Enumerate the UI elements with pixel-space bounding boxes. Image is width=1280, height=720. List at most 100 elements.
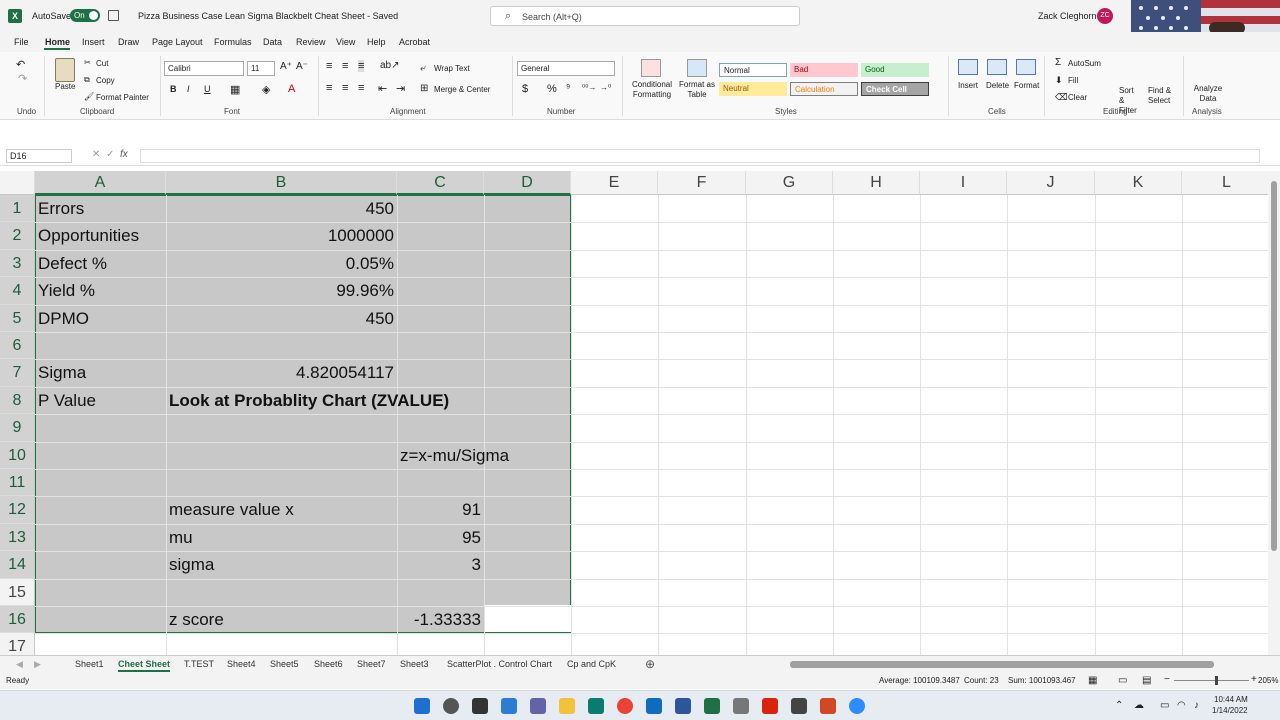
clock-date[interactable]: 1/14/2022	[1212, 706, 1248, 715]
insert-button[interactable]: Insert	[958, 81, 978, 90]
sheet-tab-sheet4[interactable]: Sheet4	[227, 658, 256, 670]
save-icon[interactable]	[108, 10, 119, 21]
sheet-tab-t-test[interactable]: T.TEST	[184, 658, 214, 670]
windows-start-icon[interactable]	[414, 698, 430, 714]
copy-icon[interactable]: ⧉	[84, 75, 90, 85]
format-painter-button[interactable]: Format Painter	[96, 93, 149, 102]
cell-b14[interactable]: sigma	[166, 551, 217, 578]
tray-chevron-icon[interactable]: ⌃	[1115, 700, 1123, 711]
zoom-level[interactable]: 205%	[1258, 676, 1278, 685]
cell-b3[interactable]: 0.05%	[166, 250, 397, 277]
taskbar-search-icon[interactable]	[443, 698, 459, 714]
cell-a1[interactable]: Errors	[35, 195, 87, 222]
document-title[interactable]: Pizza Business Case Lean Sigma Blackbelt…	[138, 11, 398, 21]
outlook-icon[interactable]	[646, 698, 662, 714]
column-header-h[interactable]: H	[833, 171, 920, 195]
column-header-c[interactable]: C	[397, 171, 484, 195]
row-header-3[interactable]: 3	[0, 249, 35, 278]
insert-function-icon[interactable]: fx	[120, 149, 128, 160]
cell-a4[interactable]: Yield %	[35, 277, 98, 304]
autosum-icon[interactable]: Σ	[1055, 57, 1061, 68]
clear-icon[interactable]: ⌫	[1055, 92, 1068, 103]
decrease-font-icon[interactable]: A⁻	[296, 61, 308, 72]
widgets-icon[interactable]	[501, 698, 517, 714]
wrap-text-icon[interactable]: ⤶	[420, 63, 426, 74]
paste-icon[interactable]	[55, 58, 75, 82]
zoom-in-icon[interactable]: +	[1251, 674, 1257, 685]
column-header-k[interactable]: K	[1095, 171, 1182, 195]
merge-center-button[interactable]: Merge & Center	[434, 85, 490, 94]
style-normal[interactable]: Normal	[719, 63, 787, 77]
row-header-13[interactable]: 13	[0, 523, 35, 552]
column-header-d[interactable]: D	[484, 171, 571, 195]
sheet-tab-cheet-sheet[interactable]: Cheet Sheet	[118, 658, 171, 672]
cell-c10[interactable]: z=x-mu/Sigma	[397, 442, 512, 469]
format-button[interactable]: Format	[1014, 81, 1039, 90]
select-all-corner[interactable]	[0, 171, 35, 195]
horizontal-scroll-thumb[interactable]	[790, 661, 1214, 668]
cell-a3[interactable]: Defect %	[35, 250, 110, 277]
edge-icon[interactable]	[588, 698, 604, 714]
autosave-toggle[interactable]: On	[70, 9, 100, 22]
tab-formulas[interactable]: Formulas	[214, 37, 252, 47]
align-center-icon[interactable]: ≡	[342, 82, 348, 94]
increase-decimal-icon[interactable]: ⁰⁰→	[582, 83, 596, 92]
sheet-tab-sheet3[interactable]: Sheet3	[400, 658, 429, 670]
cell-b13[interactable]: mu	[166, 524, 196, 551]
column-header-g[interactable]: G	[746, 171, 833, 195]
borders-icon[interactable]: ▦	[230, 83, 240, 96]
row-header-7[interactable]: 7	[0, 359, 35, 387]
percent-icon[interactable]: %	[547, 83, 557, 95]
comma-style-icon[interactable]: ⁹	[566, 83, 570, 94]
row-header-5[interactable]: 5	[0, 304, 35, 332]
row-header-11[interactable]: 11	[0, 469, 35, 497]
app-icon[interactable]	[733, 698, 749, 714]
cell-b5[interactable]: 450	[166, 305, 397, 332]
sum-readout[interactable]: Sum: 1001093.467	[1008, 676, 1076, 685]
column-header-i[interactable]: I	[920, 171, 1007, 195]
row-header-16[interactable]: 16	[0, 606, 35, 634]
enter-icon[interactable]: ✓	[106, 149, 114, 160]
cell-c12[interactable]: 91	[397, 496, 484, 523]
cut-button[interactable]: Cut	[96, 59, 108, 68]
powerpoint-icon[interactable]	[820, 698, 836, 714]
column-header-f[interactable]: F	[658, 171, 746, 195]
next-sheet-icon[interactable]: ▶	[34, 659, 41, 670]
count-readout[interactable]: Count: 23	[964, 676, 999, 685]
tab-page-layout[interactable]: Page Layout	[152, 37, 203, 47]
add-sheet-icon[interactable]: ⊕	[645, 657, 655, 671]
format-as-table-button[interactable]: Format as Table	[677, 80, 717, 100]
user-name[interactable]: Zack Cleghorn	[1038, 11, 1097, 21]
acrobat-icon[interactable]	[762, 698, 778, 714]
cell-a8[interactable]: P Value	[35, 387, 99, 414]
row-header-9[interactable]: 9	[0, 414, 35, 442]
align-middle-icon[interactable]: ≡	[342, 60, 348, 72]
redo-icon[interactable]: ↷	[18, 72, 27, 85]
conditional-formatting-button[interactable]: Conditional Formatting	[629, 80, 675, 100]
cell-a2[interactable]: Opportunities	[35, 222, 142, 249]
column-header-j[interactable]: J	[1007, 171, 1095, 195]
currency-icon[interactable]: $	[522, 83, 528, 95]
italic-button[interactable]: I	[187, 84, 190, 94]
decrease-indent-icon[interactable]: ⇤	[378, 82, 387, 95]
monitor-icon[interactable]: ▭	[1160, 700, 1169, 711]
align-right-icon[interactable]: ≡	[358, 82, 364, 94]
row-header-12[interactable]: 12	[0, 496, 35, 524]
chrome-icon[interactable]	[617, 698, 633, 714]
cell-b2[interactable]: 1000000	[166, 222, 397, 249]
tab-insert[interactable]: Insert	[82, 37, 105, 47]
normal-view-icon[interactable]: ▦	[1088, 675, 1097, 686]
column-header-b[interactable]: B	[166, 171, 397, 195]
row-header-17[interactable]: 17	[0, 633, 35, 655]
fill-color-icon[interactable]: ◈	[262, 83, 270, 96]
vertical-scrollbar[interactable]	[1268, 171, 1280, 655]
cell-b8[interactable]: Look at Probablity Chart (ZVALUE)	[166, 387, 452, 414]
style-good[interactable]: Good	[861, 63, 929, 77]
decrease-decimal-icon[interactable]: →⁰	[600, 83, 611, 92]
tab-view[interactable]: View	[336, 37, 355, 47]
delete-button[interactable]: Delete	[986, 81, 1009, 90]
wrap-text-button[interactable]: Wrap Text	[434, 64, 470, 73]
wifi-icon[interactable]: ◠	[1177, 700, 1186, 711]
row-header-6[interactable]: 6	[0, 332, 35, 360]
cell-c13[interactable]: 95	[397, 524, 484, 551]
